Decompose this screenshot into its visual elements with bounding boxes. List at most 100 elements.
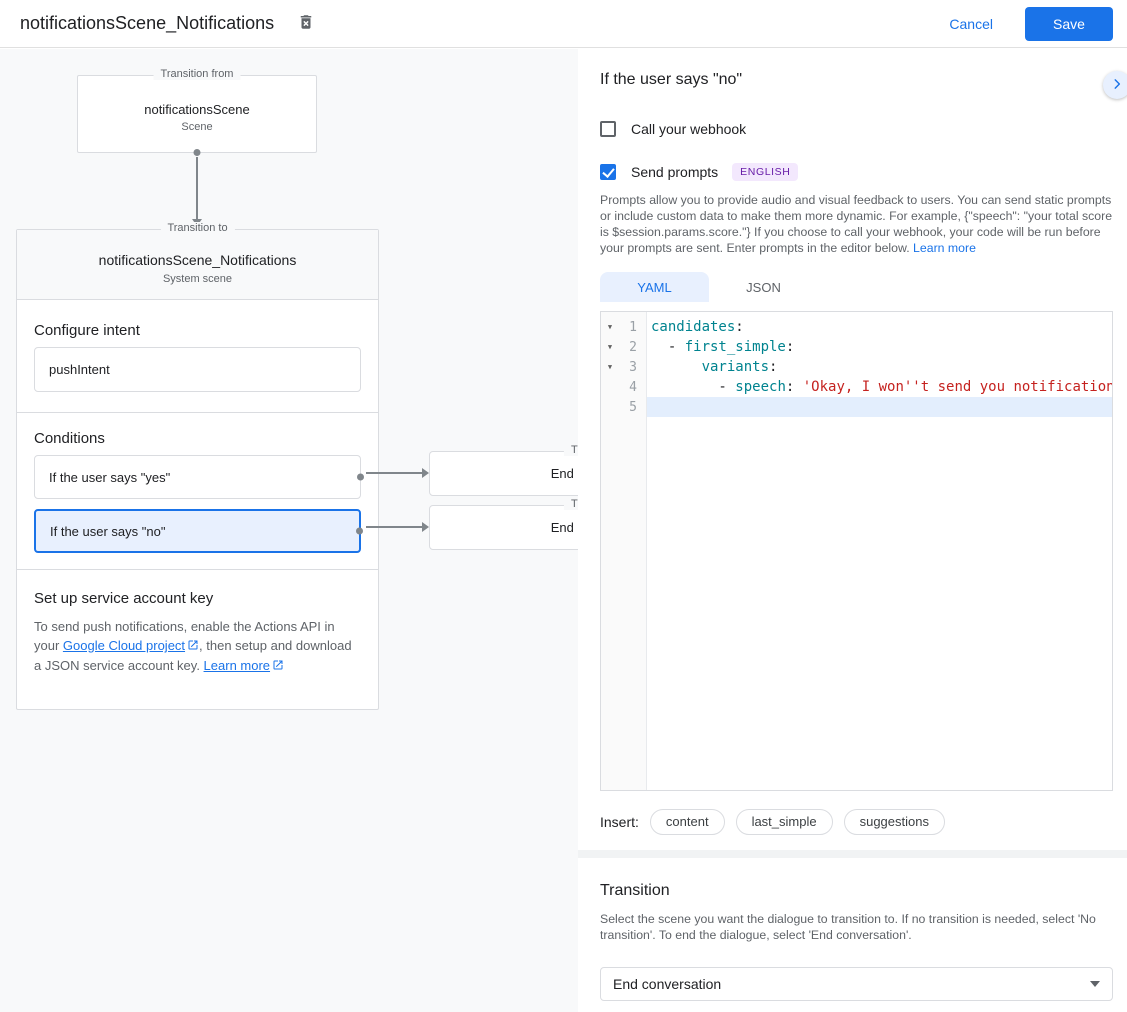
end-node-label: End conversation	[551, 520, 578, 535]
condition-arrow-line	[366, 526, 422, 528]
service-account-section: Set up service account key To send push …	[17, 570, 378, 688]
code-line[interactable]: candidates:	[647, 317, 1112, 337]
code-token: candidates	[651, 319, 735, 335]
scene-name: notificationsScene_Notifications	[17, 230, 378, 268]
tab-yaml[interactable]: YAML	[600, 272, 709, 302]
condition-arrow-line	[366, 472, 422, 474]
external-link-icon	[187, 637, 199, 656]
delete-scene-button[interactable]	[290, 8, 322, 40]
cancel-button[interactable]: Cancel	[939, 8, 1003, 40]
transition-description: Select the scene you want the dialogue t…	[600, 911, 1113, 943]
end-node-label: End conversation	[551, 466, 578, 481]
line-number: 4	[619, 380, 645, 395]
call-webhook-row[interactable]: Call your webhook	[600, 119, 1113, 139]
insert-content-button[interactable]: content	[650, 809, 725, 835]
detail-panel-title: If the user says "no"	[600, 71, 1113, 93]
code-token: variants	[702, 359, 769, 375]
conditions-section: Conditions If the user says "yes" If the…	[17, 413, 378, 570]
transition-from-node[interactable]: Transition from notificationsScene Scene	[77, 75, 317, 153]
line-number: 2	[619, 340, 645, 355]
scene-diagram-panel: Transition from notificationsScene Scene…	[0, 49, 578, 1012]
condition-arrow-head	[422, 468, 429, 478]
code-line[interactable]: - speech: 'Okay, I won''t send you notif…	[647, 377, 1112, 397]
call-webhook-checkbox[interactable]	[600, 121, 616, 137]
editor-code-area[interactable]: candidates: - first_simple: variants: - …	[647, 312, 1112, 790]
configure-intent-section: Configure intent pushIntent	[17, 300, 378, 413]
condition-arrow-head	[422, 522, 429, 532]
prompts-description: Prompts allow you to provide audio and v…	[600, 192, 1113, 256]
send-prompts-checkbox[interactable]	[600, 164, 616, 180]
code-token	[651, 359, 702, 375]
insert-toolbar: Insert: content last_simple suggestions	[600, 808, 1113, 835]
code-token: 'Okay, I won''t send you notifications.'	[803, 379, 1112, 395]
transition-to-badge: Transition to	[564, 444, 578, 456]
send-prompts-label: Send prompts	[631, 164, 718, 180]
scene-type: System scene	[17, 273, 378, 285]
collapse-panel-button[interactable]	[1103, 71, 1127, 99]
configure-intent-heading: Configure intent	[34, 322, 361, 339]
transition-to-badge: Transition to	[564, 498, 578, 510]
yaml-editor[interactable]: ▼1 ▼2 ▼3 4 5 candidates: - first_simple:…	[600, 311, 1113, 791]
code-token: speech	[735, 379, 786, 395]
code-token: :	[769, 359, 777, 375]
from-scene-type: Scene	[78, 121, 316, 133]
top-bar: notificationsScene_Notifications Cancel …	[0, 0, 1127, 48]
intent-label: pushIntent	[49, 362, 110, 377]
google-cloud-project-link[interactable]: Google Cloud project	[63, 638, 185, 653]
save-button[interactable]: Save	[1025, 7, 1113, 41]
line-number: 1	[619, 320, 645, 335]
connector-port-dot	[356, 528, 363, 535]
condition-detail-panel: If the user says "no" Call your webhook …	[578, 49, 1127, 1012]
service-account-description: To send push notifications, enable the A…	[34, 617, 361, 676]
service-account-heading: Set up service account key	[34, 590, 361, 607]
transition-arrow-line	[196, 157, 198, 219]
end-conversation-node[interactable]: Transition to End conversation	[429, 451, 578, 496]
trash-icon	[297, 13, 315, 34]
scene-card-header: notificationsScene_Notifications System …	[17, 230, 378, 300]
insert-label: Insert:	[600, 814, 639, 830]
fold-arrow-icon[interactable]: ▼	[601, 343, 619, 351]
condition-item-no[interactable]: If the user says "no"	[34, 509, 361, 553]
connector-port-dot	[357, 474, 364, 481]
insert-last-simple-button[interactable]: last_simple	[736, 809, 833, 835]
tab-json[interactable]: JSON	[709, 272, 818, 302]
code-token: :	[786, 379, 803, 395]
learn-more-link[interactable]: Learn more	[913, 241, 976, 255]
prompts-description-text: Prompts allow you to provide audio and v…	[600, 193, 1112, 255]
end-conversation-node[interactable]: Transition to End conversation	[429, 505, 578, 550]
condition-label: If the user says "yes"	[49, 470, 170, 485]
code-token: :	[735, 319, 743, 335]
line-number: 5	[619, 400, 645, 415]
code-line[interactable]: variants:	[647, 357, 1112, 377]
top-bar-actions: Cancel Save	[939, 7, 1113, 41]
scene-card: Transition to notificationsScene_Notific…	[16, 229, 379, 710]
scene-diagram: Transition from notificationsScene Scene…	[0, 49, 578, 1012]
code-line[interactable]: - first_simple:	[647, 337, 1112, 357]
transition-to-badge: Transition to	[160, 222, 234, 234]
code-token: -	[651, 339, 685, 355]
conditions-heading: Conditions	[34, 430, 361, 447]
connector-port-dot	[194, 149, 201, 156]
learn-more-link[interactable]: Learn more	[204, 658, 270, 673]
condition-item-yes[interactable]: If the user says "yes"	[34, 455, 361, 499]
transition-from-badge: Transition from	[154, 68, 241, 80]
code-token: first_simple	[685, 339, 786, 355]
transition-select[interactable]: End conversation	[600, 967, 1113, 1001]
insert-suggestions-button[interactable]: suggestions	[844, 809, 945, 835]
fold-arrow-icon[interactable]: ▼	[601, 323, 619, 331]
transition-heading: Transition	[600, 882, 1113, 902]
external-link-icon	[272, 657, 284, 676]
code-line-active[interactable]	[647, 397, 1112, 417]
from-scene-name: notificationsScene	[78, 102, 316, 117]
page-title: notificationsScene_Notifications	[20, 13, 274, 34]
editor-tabs: YAML JSON	[600, 272, 1113, 302]
dropdown-arrow-icon	[1090, 981, 1100, 987]
section-divider	[578, 850, 1127, 858]
chevron-right-icon	[1110, 77, 1124, 94]
fold-arrow-icon[interactable]: ▼	[601, 363, 619, 371]
language-badge: ENGLISH	[732, 163, 798, 181]
code-token: :	[786, 339, 794, 355]
intent-item-pushintent[interactable]: pushIntent	[34, 347, 361, 392]
send-prompts-row[interactable]: Send prompts ENGLISH	[600, 162, 1113, 182]
line-number: 3	[619, 360, 645, 375]
